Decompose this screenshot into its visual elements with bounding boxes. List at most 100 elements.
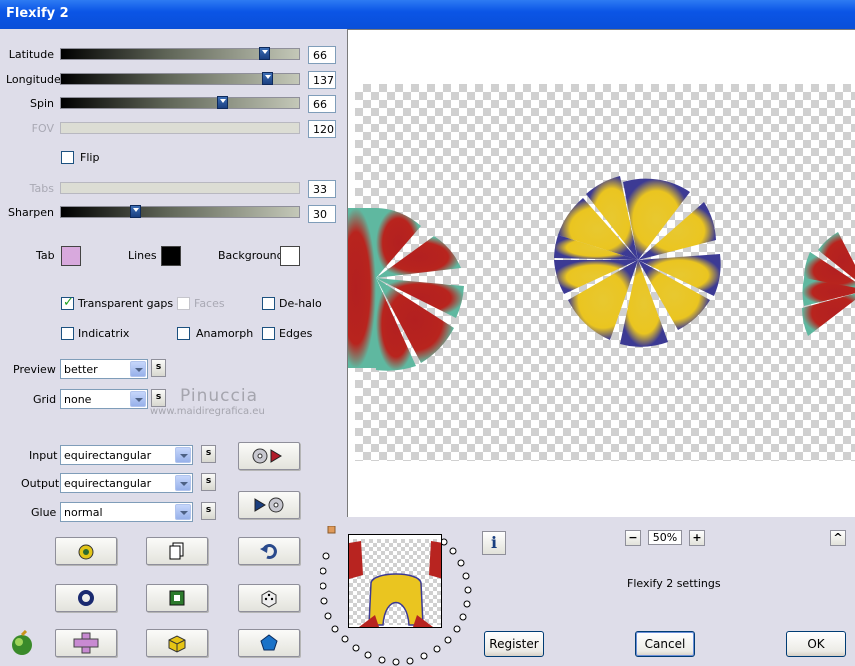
random-button[interactable] xyxy=(55,537,117,565)
anamorph-checkbox[interactable] xyxy=(177,327,190,340)
load-disc-icon xyxy=(252,448,282,464)
ring-icon xyxy=(78,590,94,606)
longitude-slider[interactable] xyxy=(60,72,300,85)
tab-color-swatch[interactable] xyxy=(61,246,81,266)
longitude-value[interactable]: 137 xyxy=(308,71,336,89)
grid-s-button[interactable]: s xyxy=(151,389,166,407)
undo-icon xyxy=(260,544,277,559)
fov-value[interactable]: 120 xyxy=(308,120,336,138)
lines-color-swatch[interactable] xyxy=(161,246,181,266)
flip-checkbox[interactable] xyxy=(61,151,74,164)
register-button[interactable]: Register xyxy=(484,631,544,657)
transparent-gaps-checkbox[interactable]: ✓ xyxy=(61,295,74,310)
load-preset-button[interactable] xyxy=(238,442,300,470)
flip-label: Flip xyxy=(80,151,100,164)
frame-button[interactable] xyxy=(146,584,208,612)
save-preset-button[interactable] xyxy=(238,491,300,519)
bug-icon xyxy=(78,544,94,560)
faces-checkbox xyxy=(177,297,190,310)
app-logo-icon xyxy=(12,630,32,655)
chevron-down-icon[interactable] xyxy=(130,391,146,407)
indicatrix-checkbox[interactable] xyxy=(61,327,74,340)
ok-button[interactable]: OK xyxy=(786,631,846,657)
cancel-button[interactable]: Cancel xyxy=(635,631,695,657)
spin-slider-thumb[interactable] xyxy=(217,96,228,109)
tab-color-label: Tab xyxy=(36,249,55,262)
watermark-title: Pinuccia xyxy=(180,386,258,406)
tabs-value[interactable]: 33 xyxy=(308,180,336,198)
settings-status-text: Flexify 2 settings xyxy=(627,577,721,590)
cube-icon xyxy=(168,635,186,653)
zoom-in-button[interactable]: + xyxy=(689,530,705,546)
edges-label: Edges xyxy=(279,327,313,340)
preview-select-value: better xyxy=(64,363,98,376)
longitude-slider-thumb[interactable] xyxy=(262,72,273,85)
chevron-down-icon[interactable] xyxy=(175,447,191,463)
dice-button[interactable] xyxy=(238,584,300,612)
tabs-label: Tabs xyxy=(29,182,54,195)
glue-s-button[interactable]: s xyxy=(201,502,216,520)
dice-icon xyxy=(261,590,277,608)
flexified-image-preview xyxy=(348,176,855,371)
undo-button[interactable] xyxy=(238,537,300,565)
watermark-url: www.maidiregrafica.eu xyxy=(150,406,265,417)
grid-select[interactable]: none xyxy=(60,389,148,409)
de-halo-label: De-halo xyxy=(279,297,322,310)
spin-slider[interactable] xyxy=(60,96,300,109)
grid-select-value: none xyxy=(64,393,92,406)
cross-button[interactable] xyxy=(55,629,117,657)
pentagon-button[interactable] xyxy=(238,629,300,657)
background-color-label: Background xyxy=(218,249,284,262)
faces-label: Faces xyxy=(194,297,225,310)
background-color-swatch[interactable] xyxy=(280,246,300,266)
checkmark-icon: ✓ xyxy=(63,295,74,310)
copy-button[interactable] xyxy=(146,537,208,565)
preview-select[interactable]: better xyxy=(60,359,148,379)
input-s-button[interactable]: s xyxy=(201,445,216,463)
pentagon-icon xyxy=(260,634,278,651)
glue-select-value: normal xyxy=(64,506,103,519)
sharpen-slider[interactable] xyxy=(60,205,300,218)
anamorph-label: Anamorph xyxy=(196,327,254,340)
title-bar: Flexify 2 xyxy=(0,0,855,29)
copy-icon xyxy=(169,542,184,560)
frame-icon xyxy=(169,590,185,606)
zoom-value: 50% xyxy=(648,530,682,545)
spin-value[interactable]: 66 xyxy=(308,95,336,113)
save-disc-icon xyxy=(254,497,284,513)
cube-button[interactable] xyxy=(146,629,208,657)
sharpen-value[interactable]: 30 xyxy=(308,205,336,223)
output-select[interactable]: equirectangular xyxy=(60,473,193,493)
input-select[interactable]: equirectangular xyxy=(60,445,193,465)
cross-icon xyxy=(73,632,99,654)
spin-label: Spin xyxy=(30,97,54,110)
fov-label: FOV xyxy=(31,122,54,135)
output-select-value: equirectangular xyxy=(64,477,152,490)
chevron-down-icon[interactable] xyxy=(175,475,191,491)
preview-s-button[interactable]: s xyxy=(151,359,166,377)
info-button[interactable]: i xyxy=(482,531,506,555)
latitude-label: Latitude xyxy=(8,48,54,61)
navigator-thumbnail[interactable] xyxy=(348,534,442,628)
chevron-down-icon[interactable] xyxy=(130,361,146,377)
de-halo-checkbox[interactable] xyxy=(262,297,275,310)
chevron-down-icon[interactable] xyxy=(175,504,191,520)
latitude-slider[interactable] xyxy=(60,47,300,60)
latitude-value[interactable]: 66 xyxy=(308,46,336,64)
lines-color-label: Lines xyxy=(128,249,157,262)
edges-checkbox[interactable] xyxy=(262,327,275,340)
indicatrix-label: Indicatrix xyxy=(78,327,130,340)
tabs-slider xyxy=(60,182,300,194)
zoom-out-button[interactable]: − xyxy=(625,530,641,546)
input-label: Input xyxy=(29,449,58,462)
output-s-button[interactable]: s xyxy=(201,473,216,491)
input-select-value: equirectangular xyxy=(64,449,152,462)
collapse-button[interactable]: ^ xyxy=(830,530,846,546)
preview-canvas[interactable] xyxy=(347,29,855,517)
thumbnail-image xyxy=(349,541,441,627)
ring-button[interactable] xyxy=(55,584,117,612)
glue-label: Glue xyxy=(31,506,57,519)
latitude-slider-thumb[interactable] xyxy=(259,47,270,60)
sharpen-slider-thumb[interactable] xyxy=(130,205,141,218)
glue-select[interactable]: normal xyxy=(60,502,193,522)
